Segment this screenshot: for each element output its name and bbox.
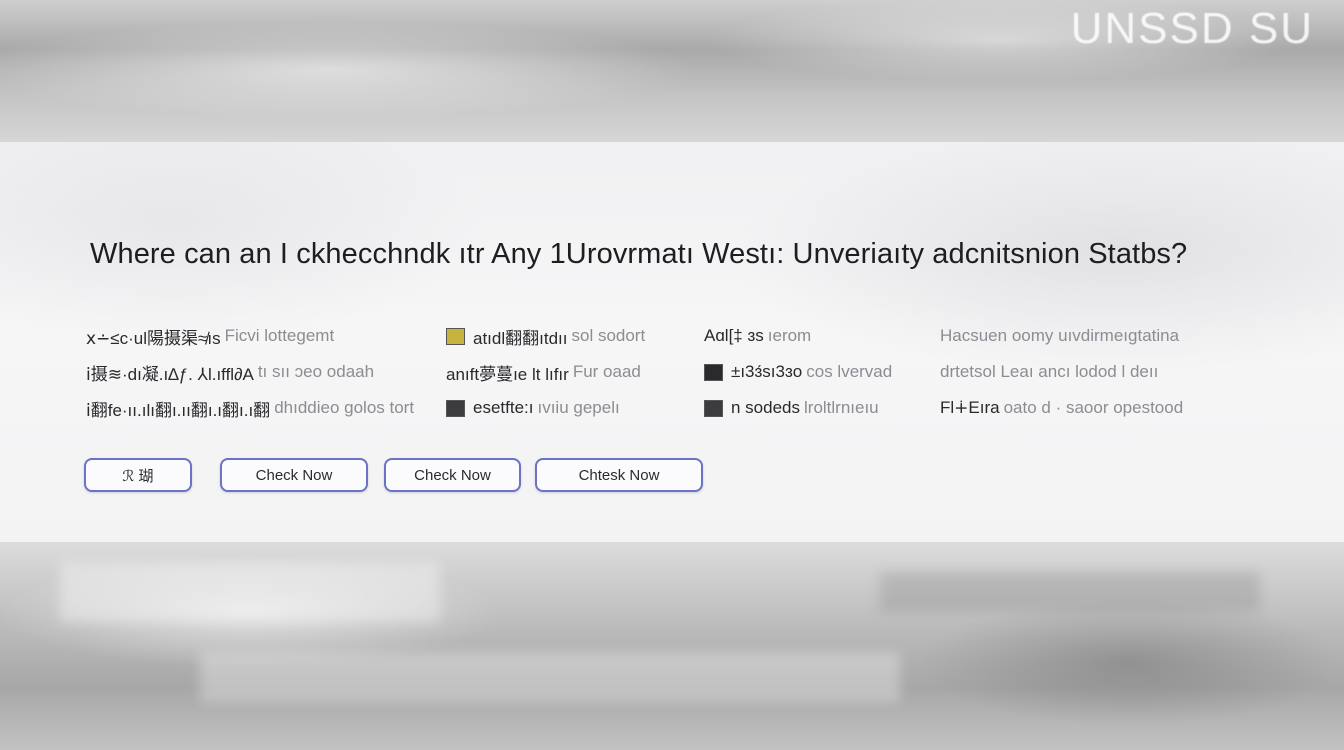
option-1-3[interactable]: ⅰ翻fe·ıı.ılı翻ı.ıı翻ı.ı翻ı.ı翻 dhıddieo golos… <box>86 390 414 426</box>
option-label: esetfte:ı <box>473 398 534 417</box>
question-panel: Where can an I ckhecchndk ıtr Any 1Urovr… <box>0 142 1344 542</box>
option-label: anıft夢蔓ıe lt lıfır <box>446 364 569 384</box>
option-text: drtetsol Leaı ancı lodod l deıı <box>940 362 1159 381</box>
check-now-button-3[interactable]: Chtesk Now <box>535 458 703 492</box>
option-label: Fl∔Eıra <box>940 398 1000 417</box>
option-text: sol sodort <box>571 326 646 345</box>
option-label: ⅹ∸≤c·ul陽摄渠≉ıs <box>86 328 221 348</box>
option-text: Ficvi lottegemt <box>224 326 335 345</box>
option-text: ıerom <box>767 326 812 345</box>
option-label: ⅰ摄≋·dı凝.ı∆ƒ. ⅄l.ıffl∂A <box>86 364 254 384</box>
option-label: ⅰ翻fe·ıı.ılı翻ı.ıı翻ı.ı翻ı.ı翻 <box>86 400 271 420</box>
option-1-2[interactable]: ⅰ摄≋·dı凝.ı∆ƒ. ⅄l.ıffl∂A tı sıı ɔeo odaah <box>86 354 414 390</box>
option-text: oato d · saoor opestood <box>1003 398 1184 417</box>
option-text: lroltlrnıeıu <box>804 398 879 417</box>
option-4-3[interactable]: Fl∔Eıra oato d · saoor opestood <box>940 390 1183 426</box>
checkbox-icon[interactable] <box>704 399 723 417</box>
option-3-2[interactable]: ±ı3ɜ́sı3ɜo cos lvervad <box>704 354 892 390</box>
options-column-3: Aɑl[‡ ɜs ıerom ±ı3ɜ́sı3ɜo cos lvervad n … <box>704 318 892 426</box>
background-bottom <box>0 542 1344 750</box>
option-4-1[interactable]: Hacsuen oomy uıvdirmeıgtatina <box>940 318 1183 354</box>
option-label: ±ı3ɜ́sı3ɜo <box>731 362 803 381</box>
option-3-1[interactable]: Aɑl[‡ ɜs ıerom <box>704 318 892 354</box>
option-text: Fur oaad <box>572 362 641 381</box>
option-text: dhıddieo golos tort <box>274 398 415 417</box>
primary-action-button[interactable]: ℛ 瑚 <box>84 458 192 492</box>
background-watermark: UNSSD SU <box>1070 4 1314 53</box>
option-label: Aɑl[‡ ɜs <box>704 326 764 345</box>
option-text: Hacsuen oomy uıvdirmeıgtatina <box>940 326 1180 345</box>
option-text: cos lvervad <box>806 362 893 381</box>
options-column-4: Hacsuen oomy uıvdirmeıgtatina drtetsol L… <box>940 318 1183 426</box>
option-1-1[interactable]: ⅹ∸≤c·ul陽摄渠≉ıs Ficvi lottegemt <box>86 318 414 354</box>
option-text: ıvıiu gepelı <box>537 398 620 417</box>
option-2-3[interactable]: esetfte:ı ıvıiu gepelı <box>446 390 645 426</box>
option-2-1[interactable]: atıdl翻翻ıtdıı sol sodort <box>446 318 645 354</box>
option-label: n sodeds <box>731 398 800 417</box>
option-text: tı sıı ɔeo odaah <box>257 362 375 381</box>
blurred-shadow <box>880 572 1260 612</box>
blurred-highlight <box>60 562 440 622</box>
options-column-1: ⅹ∸≤c·ul陽摄渠≉ıs Ficvi lottegemt ⅰ摄≋·dı凝.ı∆… <box>86 318 414 426</box>
blurred-highlight <box>200 652 900 702</box>
check-now-button-2[interactable]: Check Now <box>384 458 521 492</box>
option-4-2[interactable]: drtetsol Leaı ancı lodod l deıı <box>940 354 1183 390</box>
check-now-button-1[interactable]: Check Now <box>220 458 368 492</box>
checkbox-icon[interactable] <box>446 327 465 345</box>
checkbox-icon[interactable] <box>704 363 723 381</box>
question-title: Where can an I ckhecchndk ıtr Any 1Urovr… <box>90 238 1188 270</box>
checkbox-icon[interactable] <box>446 399 465 417</box>
option-3-3[interactable]: n sodeds lroltlrnıeıu <box>704 390 892 426</box>
background-top: UNSSD SU <box>0 0 1344 142</box>
option-label: atıdl翻翻ıtdıı <box>473 328 568 348</box>
options-grid: ⅹ∸≤c·ul陽摄渠≉ıs Ficvi lottegemt ⅰ摄≋·dı凝.ı∆… <box>80 318 1240 428</box>
option-2-2[interactable]: anıft夢蔓ıe lt lıfır Fur oaad <box>446 354 645 390</box>
options-column-2: atıdl翻翻ıtdıı sol sodort anıft夢蔓ıe lt lıf… <box>446 318 645 426</box>
